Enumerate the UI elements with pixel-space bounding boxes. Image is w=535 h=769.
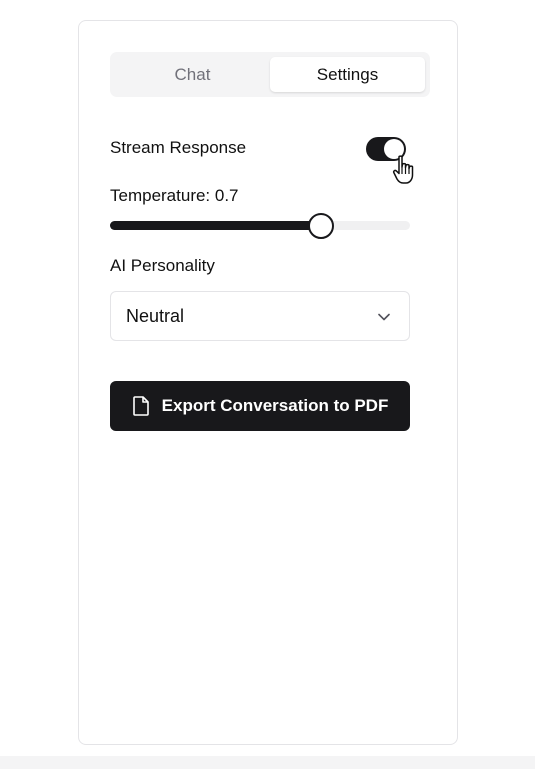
page-bottom-strip: [0, 756, 535, 769]
file-icon: [132, 396, 149, 416]
ai-personality-select[interactable]: Neutral: [110, 291, 410, 341]
tab-chat[interactable]: Chat: [115, 57, 270, 92]
hand-pointer-cursor-icon: [392, 155, 414, 184]
temperature-label: Temperature: 0.7: [110, 186, 239, 205]
select-value: Neutral: [126, 306, 185, 326]
slider-thumb[interactable]: [308, 213, 334, 239]
export-pdf-button[interactable]: Export Conversation to PDF: [110, 381, 410, 431]
tab-list: Chat Settings: [110, 52, 430, 97]
ai-personality-label: AI Personality: [110, 256, 215, 275]
slider-fill: [110, 221, 320, 230]
temperature-slider[interactable]: [110, 213, 410, 239]
chevron-down-icon: [378, 313, 390, 321]
export-button-label: Export Conversation to PDF: [161, 396, 389, 415]
settings-panel: Chat Settings Stream Response Temperatur…: [78, 20, 458, 745]
stream-response-label: Stream Response: [110, 138, 247, 157]
tab-settings[interactable]: Settings: [270, 57, 425, 92]
